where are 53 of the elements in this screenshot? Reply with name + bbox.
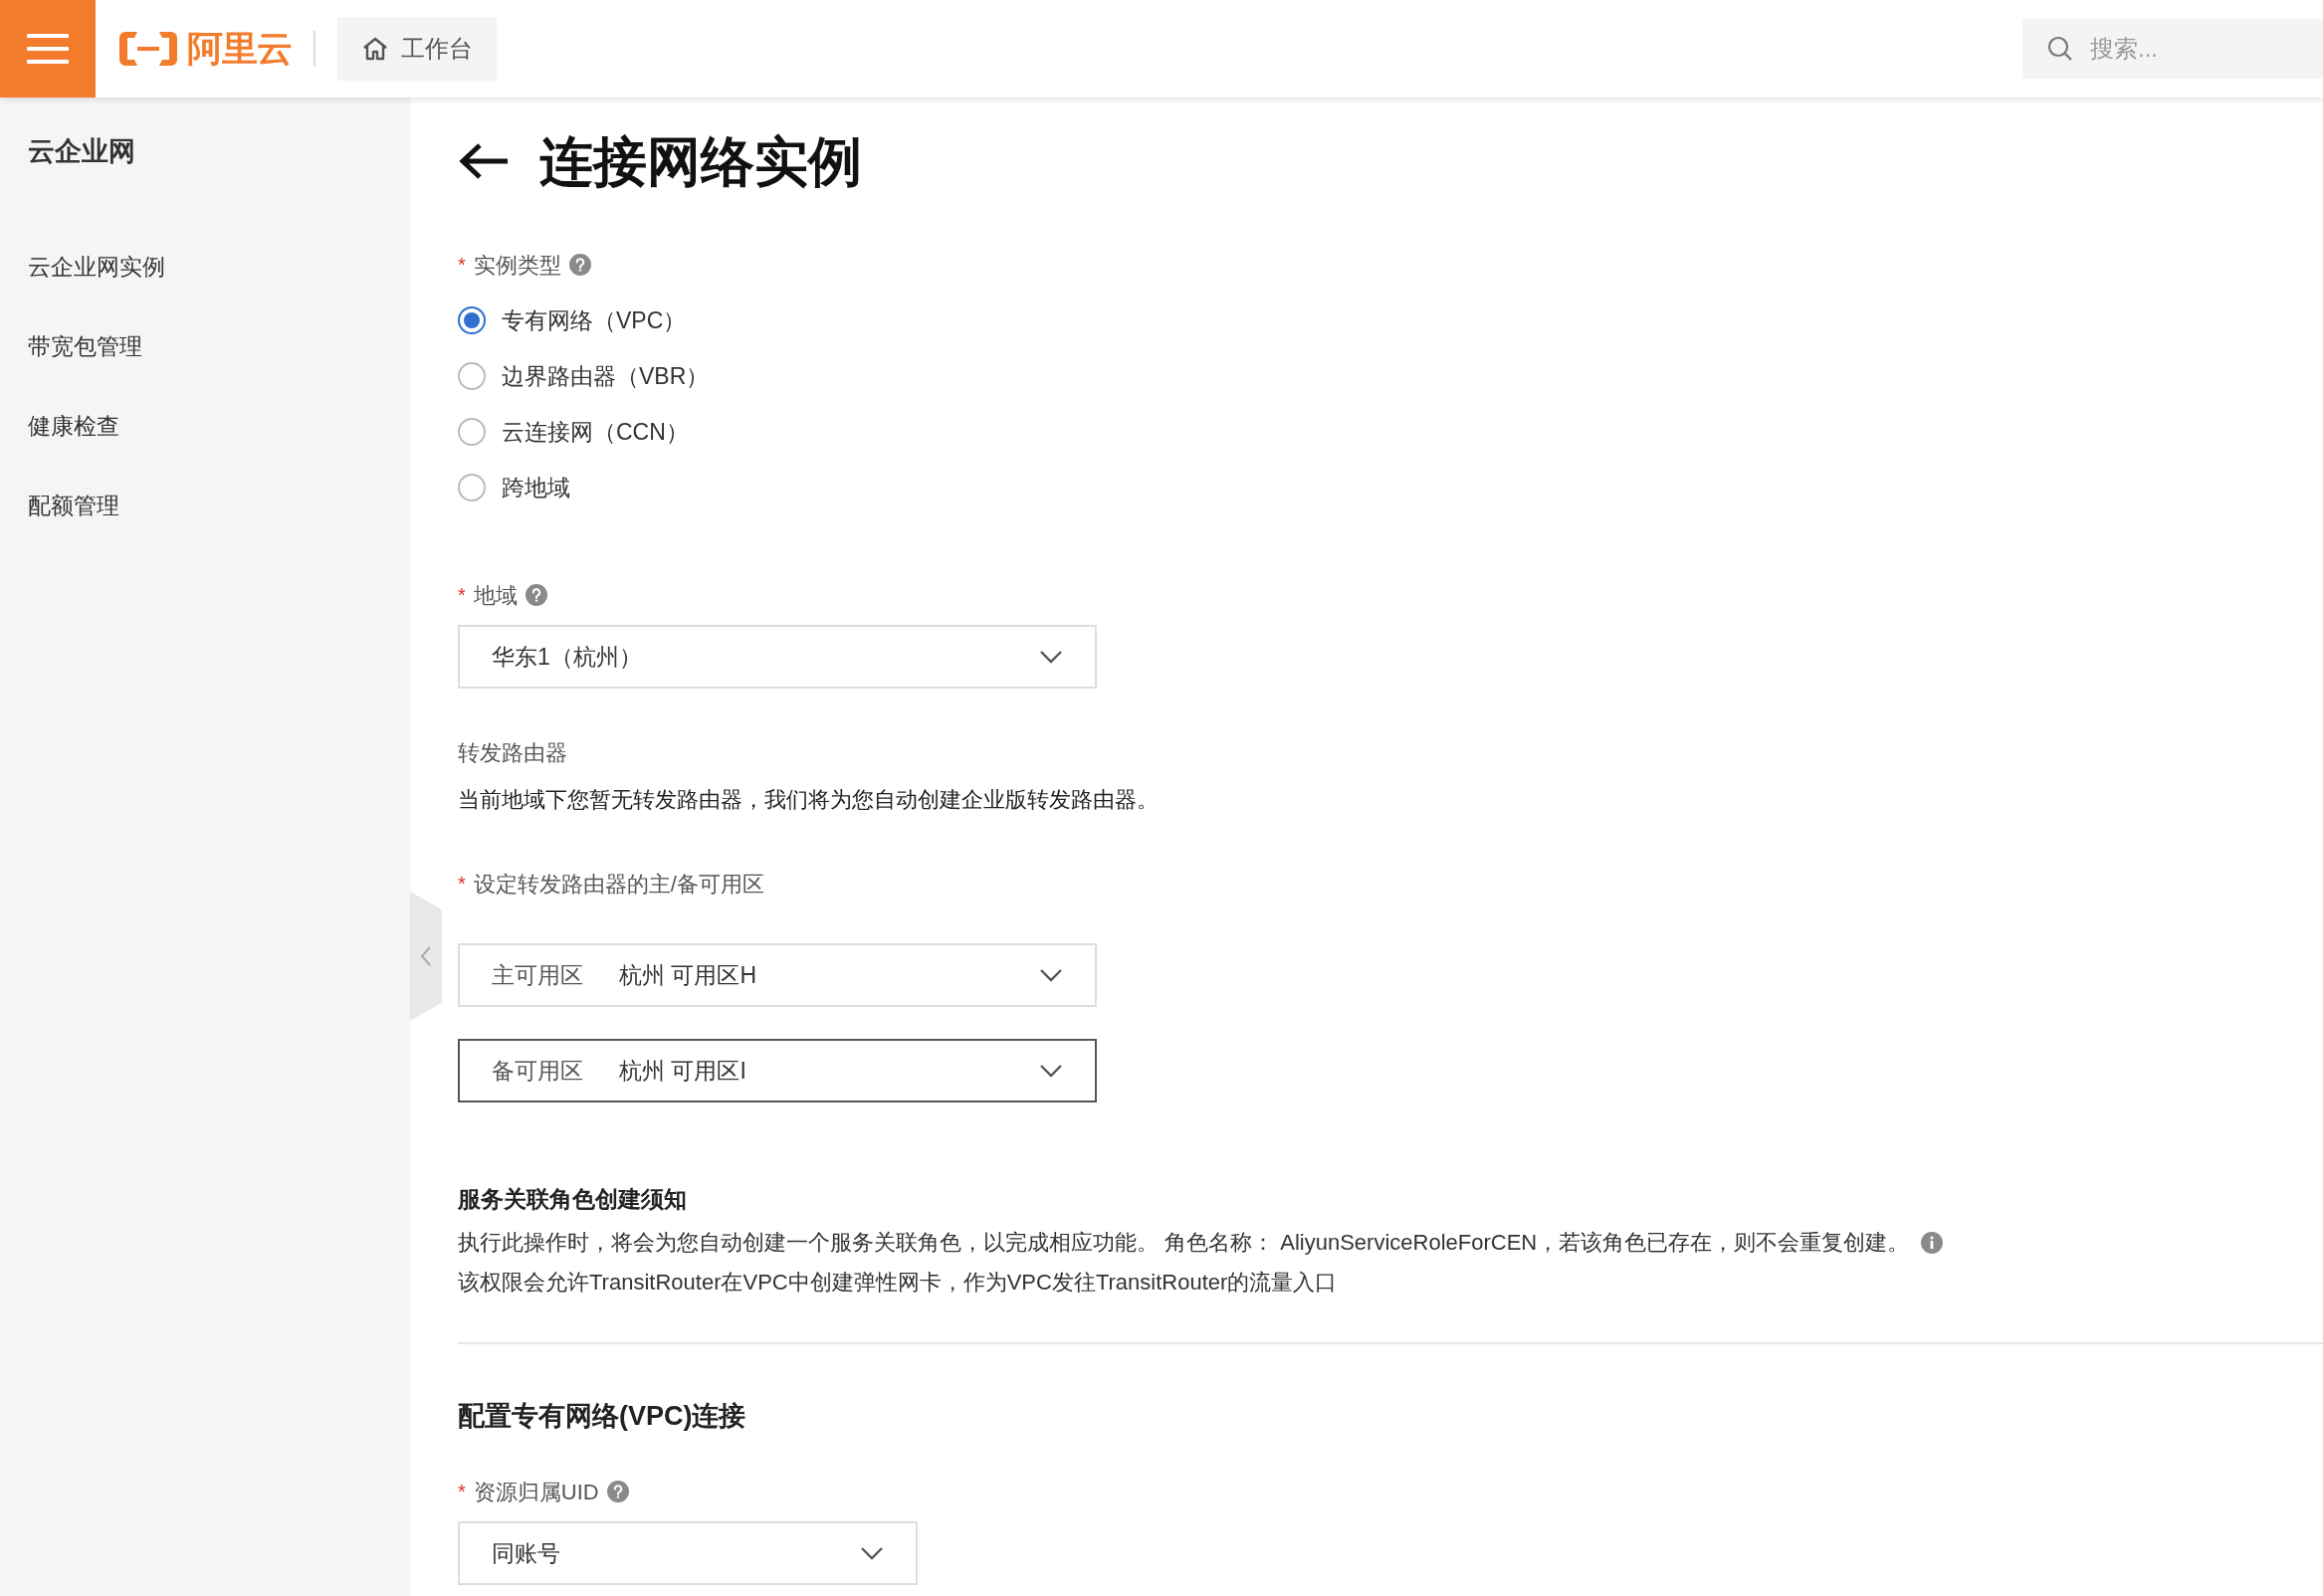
field-label: 资源归属UID [473, 1478, 599, 1506]
radio-label: 边界路由器（VBR） [502, 361, 710, 391]
field-label: 地域 [473, 581, 518, 610]
required-marker: * [458, 583, 466, 608]
select-value: 杭州 可用区H [619, 960, 757, 990]
sidebar-item[interactable]: 带宽包管理 [0, 306, 410, 386]
required-marker: * [458, 253, 466, 278]
radio-label: 跨地域 [502, 473, 570, 502]
radio-label: 专有网络（VPC） [502, 305, 687, 335]
notice-text: 该权限会允许TransitRouter在VPC中创建弹性网卡，作为VPC发往TransitRouter的流量入口 [458, 1269, 1338, 1297]
notice-title: 服务关联角色创建须知 [458, 1185, 688, 1214]
page-title: 连接网络实例 [539, 129, 862, 193]
sidebar-item[interactable]: 健康检查 [0, 386, 410, 466]
menu-icon [27, 33, 69, 65]
menu-button[interactable] [0, 0, 96, 98]
back-arrow-icon[interactable] [458, 141, 510, 181]
sidebar-title: 云企业网 [27, 135, 136, 168]
notice-text: 执行此操作时，将会为您自动创建一个服务关联角色，以完成相应功能。 角色名称： AliyunServiceRoleForCEN，若该角色已存在，则不会重复创建。 [458, 1229, 1910, 1257]
sidebar-item[interactable]: 云企业网实例 [0, 227, 410, 306]
field-label: 转发路由器 [458, 739, 568, 767]
workbench-button[interactable]: 工作台 [337, 17, 498, 81]
radio-button[interactable] [458, 418, 486, 446]
field-label: 实例类型 [473, 251, 561, 280]
logo-text: 阿里云 [187, 27, 293, 71]
info-text: 当前地域下您暂无转发路由器，我们将为您自动创建企业版转发路由器。 [458, 786, 1160, 814]
search-box[interactable]: 搜索... [2022, 19, 2323, 79]
logo-icon [117, 29, 179, 69]
required-marker: * [458, 872, 466, 897]
chevron-down-icon [860, 1546, 884, 1560]
search-field[interactable]: 搜索... [2090, 31, 2269, 67]
zone-select[interactable]: 备可用区 杭州 可用区I [458, 1039, 1097, 1102]
chevron-down-icon [1039, 1064, 1063, 1078]
search-icon [2046, 35, 2074, 63]
uid-select[interactable]: 同账号 [458, 1521, 918, 1585]
sidebar-item[interactable]: 配额管理 [0, 466, 410, 545]
region-select[interactable]: 华东1（杭州） [458, 625, 1097, 689]
select-prefix: 主可用区 [492, 960, 584, 990]
radio-label: 云连接网（CCN） [502, 417, 689, 447]
chevron-down-icon [1039, 650, 1063, 664]
select-prefix: 备可用区 [492, 1056, 584, 1086]
select-value: 同账号 [492, 1538, 561, 1568]
required-marker: * [458, 1480, 466, 1504]
field-label: 设定转发路由器的主/备可用区 [473, 870, 764, 898]
chevron-left-icon [420, 945, 432, 967]
select-value: 华东1（杭州） [492, 642, 643, 672]
section-title: 配置专有网络(VPC)连接 [458, 1399, 747, 1433]
chevron-down-icon [1039, 968, 1063, 982]
radio-button[interactable] [458, 474, 486, 501]
zone-select[interactable]: 主可用区 杭州 可用区H [458, 943, 1097, 1007]
select-value: 杭州 可用区I [619, 1056, 747, 1086]
radio-button[interactable] [458, 362, 486, 390]
radio-button[interactable] [458, 306, 486, 334]
info-icon [1921, 1231, 1944, 1254]
